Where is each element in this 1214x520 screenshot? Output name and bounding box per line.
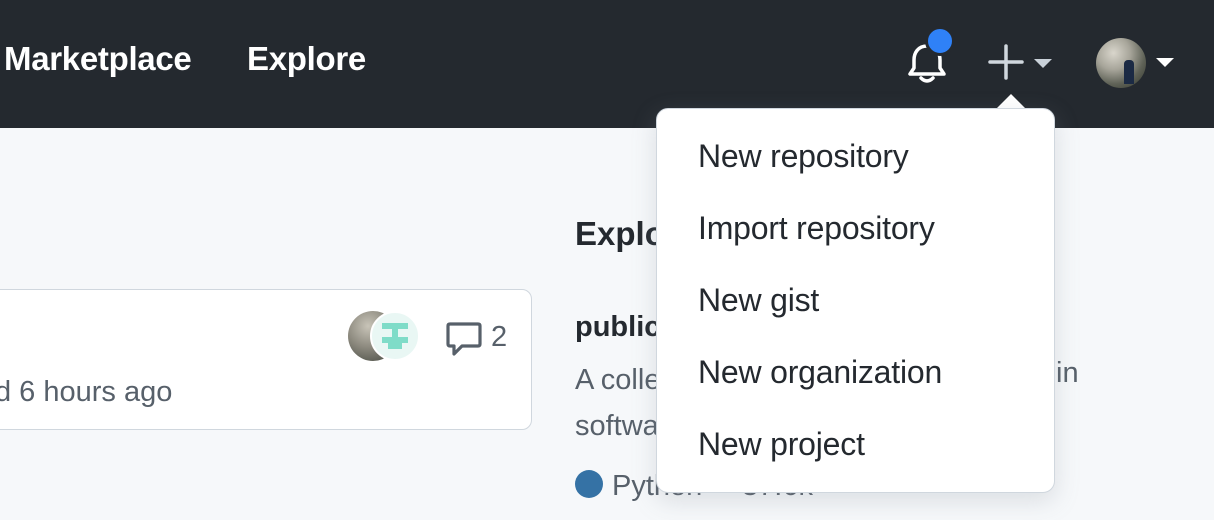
identicon-icon xyxy=(382,323,408,349)
language-color-dot xyxy=(575,470,603,498)
create-new-button[interactable] xyxy=(986,42,1058,84)
description-line: softwa xyxy=(575,410,659,442)
nav-link-explore[interactable]: Explore xyxy=(247,40,366,78)
description-line: A colle xyxy=(575,364,661,396)
plus-icon xyxy=(988,44,1024,80)
chevron-down-icon xyxy=(1156,58,1174,67)
menu-item-new-project[interactable]: New project xyxy=(698,426,865,463)
comment-icon[interactable] xyxy=(444,318,484,358)
participant-avatars xyxy=(348,311,428,363)
create-new-dropdown: New repository Import repository New gis… xyxy=(656,108,1055,493)
explore-repo-link[interactable]: public xyxy=(575,311,660,344)
notification-indicator xyxy=(925,26,955,56)
feed-card: 2 d 6 hours ago xyxy=(0,289,532,430)
dropdown-caret xyxy=(996,94,1026,109)
user-menu-button[interactable] xyxy=(1094,36,1178,90)
avatar xyxy=(1096,38,1146,88)
menu-item-new-organization[interactable]: New organization xyxy=(698,354,942,391)
avatar[interactable] xyxy=(370,311,420,361)
description-line-end: in xyxy=(1056,357,1079,389)
menu-item-import-repository[interactable]: Import repository xyxy=(698,210,935,247)
chevron-down-icon xyxy=(1034,59,1052,68)
card-timestamp: d 6 hours ago xyxy=(0,376,173,408)
nav-link-marketplace[interactable]: Marketplace xyxy=(4,40,192,78)
comment-count[interactable]: 2 xyxy=(491,321,507,354)
menu-item-new-gist[interactable]: New gist xyxy=(698,282,819,319)
explore-heading: Explo xyxy=(575,215,665,252)
menu-item-new-repository[interactable]: New repository xyxy=(698,138,909,175)
